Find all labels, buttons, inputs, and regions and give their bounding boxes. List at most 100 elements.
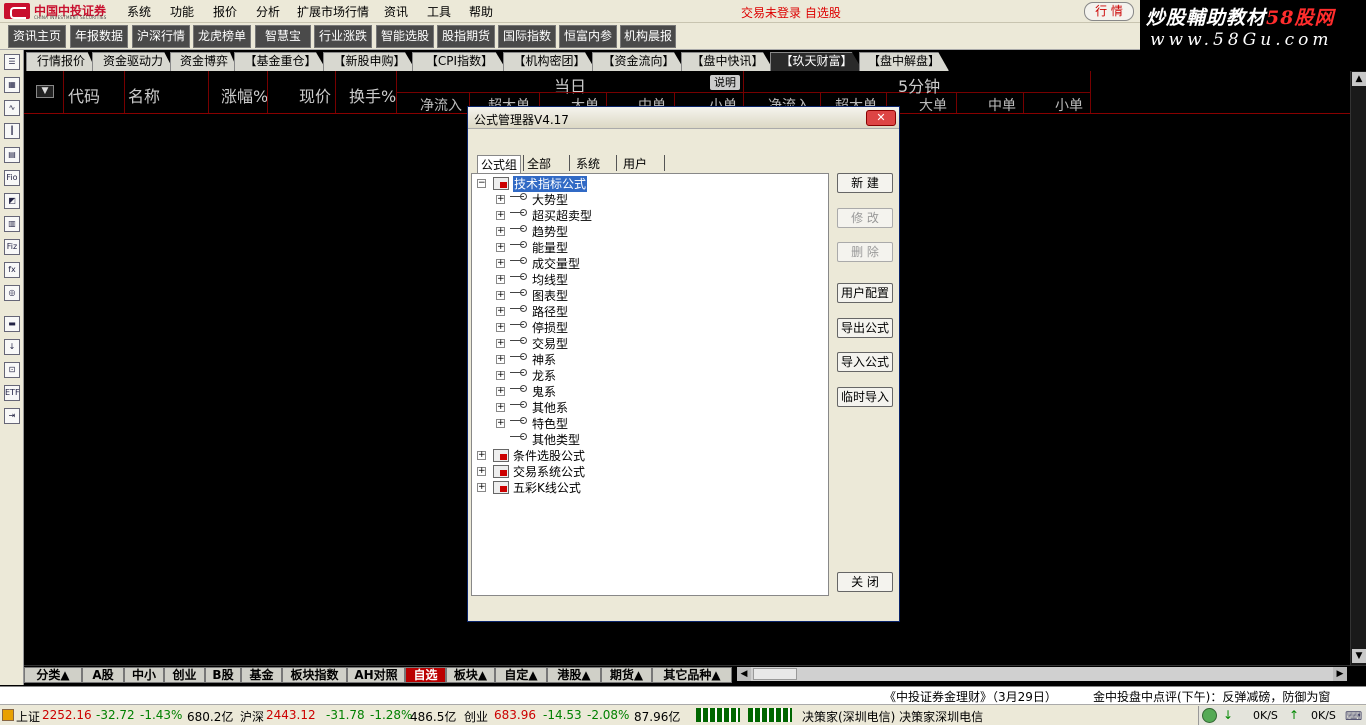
today-net-inflow[interactable]: 净流入 bbox=[420, 95, 462, 115]
list-icon[interactable]: ☰ bbox=[4, 54, 20, 70]
temp-import-button[interactable]: 临时导入 bbox=[837, 387, 893, 407]
market-tab[interactable]: 其它品种▲ bbox=[652, 667, 732, 683]
toolbar-button[interactable]: 智慧宝 bbox=[255, 25, 311, 48]
dialog-titlebar[interactable]: 公式管理器V4.17 ✕ bbox=[468, 107, 899, 129]
toolbar-button[interactable]: 股指期货 bbox=[437, 25, 495, 48]
ticker-news-left[interactable]: 《中投证券金理财》（3月29日） bbox=[884, 688, 1057, 705]
tab-user[interactable]: 用户 bbox=[623, 155, 647, 173]
zoom-icon[interactable]: ◎ bbox=[4, 285, 20, 301]
fiz-icon[interactable]: Fiz bbox=[4, 239, 20, 255]
market-tab[interactable]: 板块指数 bbox=[282, 667, 347, 683]
gamepad-icon[interactable]: ⌨ bbox=[1345, 709, 1362, 723]
expand-icon[interactable]: + bbox=[496, 211, 505, 220]
sort-icon[interactable]: ↓ bbox=[4, 339, 20, 355]
menu-function[interactable]: 功能 bbox=[170, 3, 194, 20]
expand-icon[interactable]: + bbox=[477, 467, 486, 476]
subtab[interactable]: 【机构密团】 bbox=[503, 52, 596, 71]
expand-icon[interactable]: + bbox=[496, 387, 505, 396]
horizontal-scrollbar[interactable]: ◀ ▶ bbox=[737, 667, 1347, 681]
market-tab[interactable]: 板块▲ bbox=[446, 667, 495, 683]
exit-icon[interactable]: ⇥ bbox=[4, 408, 20, 424]
connection-icon[interactable] bbox=[1202, 708, 1217, 723]
scroll-up-icon[interactable]: ▲ bbox=[1352, 72, 1366, 86]
subtab[interactable]: 资金博弈 bbox=[170, 52, 238, 71]
market-tab[interactable]: B股 bbox=[205, 667, 241, 683]
col-turnover[interactable]: 换手% bbox=[349, 83, 396, 107]
col-code[interactable]: 代码 bbox=[68, 83, 100, 107]
modify-button[interactable]: 修 改 bbox=[837, 208, 893, 228]
toolbar-button[interactable]: 机构晨报 bbox=[620, 25, 676, 48]
fx-icon[interactable]: fx bbox=[4, 262, 20, 278]
expand-icon[interactable]: + bbox=[496, 419, 505, 428]
expand-icon[interactable]: + bbox=[496, 403, 505, 412]
dialog-close-icon[interactable]: ✕ bbox=[866, 110, 896, 126]
etf-icon[interactable]: ETF bbox=[4, 385, 20, 401]
expand-icon[interactable]: + bbox=[496, 275, 505, 284]
market-tab[interactable]: 自选 bbox=[405, 667, 446, 683]
tab-system[interactable]: 系统 bbox=[576, 155, 600, 173]
subtab[interactable]: 【基金重仓】 bbox=[234, 52, 327, 71]
grid-icon[interactable]: ▦ bbox=[4, 77, 20, 93]
import-formula-button[interactable]: 导入公式 bbox=[837, 352, 893, 372]
toolbar-button[interactable]: 国际指数 bbox=[498, 25, 556, 48]
market-tab[interactable]: AH对照 bbox=[347, 667, 405, 683]
column-dropdown[interactable]: ▼ bbox=[36, 85, 54, 98]
expand-icon[interactable]: + bbox=[496, 371, 505, 380]
expand-icon[interactable]: + bbox=[496, 195, 505, 204]
subtab[interactable]: 资金驱动力 bbox=[92, 52, 174, 71]
cy-label[interactable]: 创业 bbox=[464, 708, 488, 725]
scroll-down-icon[interactable]: ▼ bbox=[1352, 649, 1366, 663]
ticker-news-right[interactable]: 金中投盘中点评(下午)：反弹减磅，防御为窗 bbox=[1093, 688, 1330, 705]
collapse-icon[interactable]: − bbox=[477, 179, 486, 188]
menu-system[interactable]: 系统 bbox=[127, 3, 151, 20]
menu-quote[interactable]: 报价 bbox=[213, 3, 237, 20]
market-tab[interactable]: 期货▲ bbox=[601, 667, 652, 683]
expand-icon[interactable]: + bbox=[496, 307, 505, 316]
subtab[interactable]: 【盘中快讯】 bbox=[681, 52, 774, 71]
market-tab[interactable]: 分类▲ bbox=[24, 667, 82, 683]
market-tab[interactable]: 港股▲ bbox=[547, 667, 601, 683]
sh-label[interactable]: 上证 bbox=[16, 708, 40, 725]
menu-help[interactable]: 帮助 bbox=[469, 3, 493, 20]
candle-icon[interactable]: ┃ bbox=[4, 123, 20, 139]
formula-tree[interactable]: − 技术指标公式 + 大势型 + 超买超卖型 + 趋势型 + 能量型 + 成交量型 + 均线型 + 图表型… bbox=[471, 173, 829, 596]
subtab[interactable]: 【玖天财富】 bbox=[770, 52, 863, 71]
export-formula-button[interactable]: 导出公式 bbox=[837, 318, 893, 338]
col-price[interactable]: 现价 bbox=[299, 83, 331, 107]
menu-news[interactable]: 资讯 bbox=[384, 3, 408, 20]
subtab[interactable]: 行情报价 bbox=[26, 52, 96, 71]
col-name[interactable]: 名称 bbox=[128, 83, 160, 107]
col-change-pct[interactable]: 涨幅% bbox=[221, 83, 268, 107]
explain-button[interactable]: 说明 bbox=[710, 75, 740, 90]
expand-icon[interactable]: + bbox=[496, 355, 505, 364]
expand-icon[interactable]: + bbox=[477, 483, 486, 492]
menu-extended-market[interactable]: 扩展市场行情 bbox=[297, 3, 369, 20]
table-icon[interactable]: ▤ bbox=[4, 147, 20, 163]
chart-icon[interactable]: ◩ bbox=[4, 193, 20, 209]
min5-large[interactable]: 大单 bbox=[919, 95, 947, 115]
expand-icon[interactable]: + bbox=[496, 339, 505, 348]
toolbar-button[interactable]: 恒富内参 bbox=[559, 25, 617, 48]
quote-button[interactable]: 行 情 bbox=[1084, 2, 1134, 21]
expand-icon[interactable]: + bbox=[496, 291, 505, 300]
scroll-right-icon[interactable]: ▶ bbox=[1333, 667, 1347, 681]
expand-icon[interactable]: + bbox=[496, 323, 505, 332]
select-icon[interactable]: ⊡ bbox=[4, 362, 20, 378]
login-notice[interactable]: 交易未登录 自选股 bbox=[741, 4, 841, 21]
subtab[interactable]: 【新股申购】 bbox=[323, 52, 416, 71]
calendar-icon[interactable]: ▥ bbox=[4, 216, 20, 232]
line-chart-icon[interactable]: ∿ bbox=[4, 100, 20, 116]
toolbar-button[interactable]: 智能选股 bbox=[376, 25, 434, 48]
tab-all[interactable]: 全部 bbox=[527, 155, 551, 173]
delete-button[interactable]: 删 除 bbox=[837, 242, 893, 262]
toolbar-button[interactable]: 行业涨跌 bbox=[314, 25, 372, 48]
toolbar-button[interactable]: 沪深行情 bbox=[132, 25, 190, 48]
subtab[interactable]: 【盘中解盘】 bbox=[859, 52, 949, 71]
market-tab[interactable]: A股 bbox=[82, 667, 124, 683]
min5-small[interactable]: 小单 bbox=[1055, 95, 1083, 115]
tab-formula-group[interactable]: 公式组 bbox=[477, 155, 522, 173]
market-tab[interactable]: 创业 bbox=[164, 667, 205, 683]
menu-analysis[interactable]: 分析 bbox=[256, 3, 280, 20]
new-button[interactable]: 新 建 bbox=[837, 173, 893, 193]
user-config-button[interactable]: 用户配置 bbox=[837, 283, 893, 303]
